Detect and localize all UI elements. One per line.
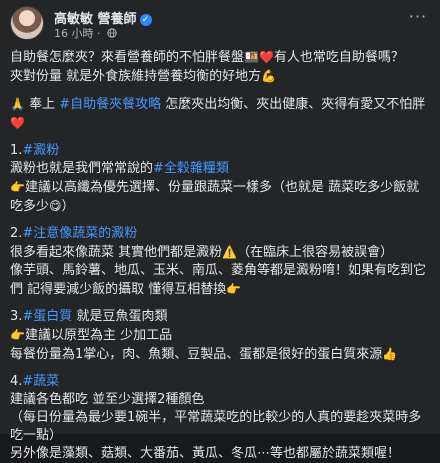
hashtag-link[interactable]: #蛋白質 (22, 309, 72, 324)
yum-face-icon: 😋 (49, 199, 62, 213)
hashtag-link[interactable]: #注意像蔬菜的澱粉 (22, 226, 137, 241)
post-timestamp[interactable]: 16 小時 (54, 27, 94, 40)
section-text: （每日份量為最少要1碗半，平常蔬菜吃的比較少的人真的要趁夾菜時多吃一點） (10, 410, 422, 443)
thumbs-up-icon: 👍 (382, 347, 398, 361)
section-2-line-2: 像芋頭、馬鈴薯、地瓜、玉米、南瓜、菱角等都是澱粉唷！如果有吃到它們 記得要減少飯… (10, 262, 430, 299)
pray-icon: 🙏 (10, 97, 25, 111)
ellipsis-icon[interactable]: ··· (406, 9, 430, 30)
section-text: ） (61, 199, 75, 214)
verified-badge-icon: ✓ (139, 14, 152, 26)
section-4-line-3: 另外像是藻類、菇類、大番茄、黃瓜、冬瓜⋯等也都屬於蔬菜類喔！ (10, 445, 430, 463)
section-4-title: 4.#蔬菜 (10, 373, 430, 391)
section-text: 建議各色都吃 並至少選擇2種顏色 (10, 392, 205, 407)
intro-text-b: 有人也常吃自助餐嗎？ (273, 50, 404, 65)
section-2-line-1: 很多看起來像蔬菜 其實他們都是澱粉⚠️（在臨床上很容易被誤會） (10, 243, 430, 262)
pointing-hand-icon: 👉 (226, 282, 242, 296)
section-number: 3. (10, 309, 23, 324)
section-text: 像芋頭、馬鈴薯、地瓜、玉米、南瓜、菱角等都是澱粉唷！如果有吃到它們 記得要減少飯… (10, 263, 427, 297)
hashtag-link[interactable]: #蔬菜 (22, 374, 59, 389)
section-1-line-1: 澱粉也就是我們常常說的#全穀雜糧類 (10, 160, 430, 178)
section-text: 很多看起來像蔬菜 其實他們都是澱粉 (10, 245, 223, 260)
section-1-line-2: 👉建議以高纖為優先選擇、份量跟蔬菜一樣多（也就是 蔬菜吃多少飯就吃多少😋） (10, 178, 430, 216)
section-number: 2. (10, 226, 23, 241)
hashtag-link[interactable]: #全穀雜糧類 (153, 161, 229, 176)
section-number: 4. (10, 374, 23, 389)
intro-line-2: 夾對份量 就是外食族維持營養均衡的好地方💪 (10, 67, 430, 86)
section-text: 另外像是藻類、菇類、大番茄、黃瓜、冬瓜⋯等也都屬於蔬菜類喔！ (10, 446, 401, 461)
heart-icon: ❤️ (258, 50, 274, 64)
post-meta: 16 小時 · (54, 25, 117, 41)
section-number: 1. (10, 143, 23, 158)
section-4-line-2: （每日份量為最少要1碗半，平常蔬菜吃的比較少的人真的要趁夾菜時多吃一點） (10, 409, 430, 445)
intro-line-1: 自助餐怎麼夾？來看營養師的不怕胖餐盤🍱❤️有人也常吃自助餐嗎？ (10, 48, 430, 67)
p2-text-b: 怎麼夾出均衡、夾出健康、夾得有愛又不怕胖 (165, 97, 426, 112)
section-text: 就是豆魚蛋肉類 (76, 309, 168, 324)
section-1-title: 1.#澱粉 (10, 142, 430, 160)
meta-separator: · (97, 27, 101, 40)
warning-icon: ⚠️ (222, 245, 238, 259)
section-2-title: 2.#注意像蔬菜的澱粉 (10, 225, 430, 243)
paragraph-2: 🙏 奉上 #自助餐夾餐攻略 怎麼夾出均衡、夾出健康、夾得有愛又不怕胖 ❤️ (10, 95, 430, 133)
section-text: 澱粉也就是我們常常說的 (10, 161, 154, 176)
muscle-icon: 💪 (261, 69, 277, 83)
facebook-post: 高敏敏 營養師 ✓ 16 小時 · ··· 自助餐怎麼夾？來看營養師的不怕胖餐盤🍱… (0, 0, 440, 461)
pointing-hand-icon: 👉 (10, 328, 25, 342)
section-3-title: 3.#蛋白質 就是豆魚蛋肉類 (10, 308, 430, 326)
author-avatar[interactable] (10, 6, 44, 40)
intro-text-a: 自助餐怎麼夾？來看營養師的不怕胖餐盤 (10, 50, 245, 65)
hashtag-link[interactable]: #自助餐夾餐攻略 (59, 97, 161, 112)
post-header: 高敏敏 營養師 ✓ 16 小時 · ··· (10, 6, 430, 40)
globe-icon[interactable] (107, 28, 117, 38)
hashtag-link[interactable]: #澱粉 (22, 143, 59, 158)
section-text: 每餐份量為1掌心，肉、魚類、豆製品、蛋都是很好的蛋白質來源 (10, 347, 383, 362)
intro-text-c: 夾對份量 就是外食族維持營養均衡的好地方 (10, 69, 262, 84)
p2-text-a: 奉上 (29, 97, 56, 112)
section-3-line-1: 👉建議以原型為主 少加工品 (10, 326, 430, 345)
bento-icon: 🍱 (244, 50, 259, 64)
heart-icon: ❤️ (10, 116, 25, 130)
section-4-line-1: 建議各色都吃 並至少選擇2種顏色 (10, 391, 430, 409)
section-3-line-2: 每餐份量為1掌心，肉、魚類、豆製品、蛋都是很好的蛋白質來源👍 (10, 345, 430, 364)
pointing-hand-icon: 👉 (10, 180, 25, 194)
post-body: 自助餐怎麼夾？來看營養師的不怕胖餐盤🍱❤️有人也常吃自助餐嗎？ 夾對份量 就是外… (10, 48, 430, 463)
section-text: 建議以原型為主 少加工品 (24, 328, 173, 343)
section-text: （在臨床上很容易被誤會） (237, 245, 394, 260)
